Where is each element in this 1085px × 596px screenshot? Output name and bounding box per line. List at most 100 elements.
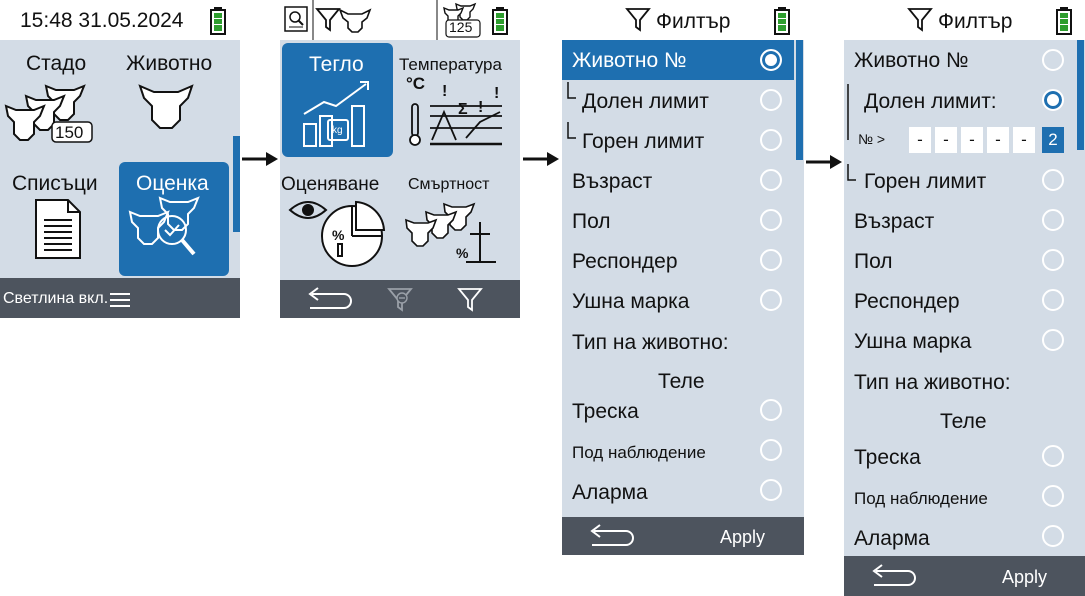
radio-observation[interactable] (1042, 485, 1064, 507)
filter-fever[interactable]: Треска (854, 446, 921, 470)
arrow-right-icon (523, 152, 559, 166)
arrow-right-icon (242, 152, 278, 166)
apply-button[interactable]: Apply (1002, 567, 1047, 588)
cow-head-icon (338, 8, 372, 33)
scoring-icon: % (288, 200, 386, 267)
radio-upper-limit[interactable] (1042, 169, 1064, 191)
filter-animal-no[interactable]: Животно № (572, 49, 687, 73)
scrollbar[interactable] (233, 136, 240, 232)
evaluation-icon (128, 196, 200, 256)
arrow-right-icon (806, 155, 842, 169)
temperature-label[interactable]: Температура (399, 55, 502, 75)
filter-icon[interactable] (457, 288, 483, 312)
menu-evaluation-label[interactable]: Оценка (136, 172, 209, 196)
filter-responder[interactable]: Респондер (572, 250, 678, 274)
menu-icon[interactable] (110, 292, 130, 308)
filter-remove-icon[interactable] (387, 288, 413, 312)
scrollbar[interactable] (796, 40, 803, 160)
weight-chart-icon (303, 81, 369, 147)
filter-icon (315, 8, 341, 32)
filter-observation[interactable]: Под наблюдение (572, 443, 706, 463)
radio-observation[interactable] (760, 439, 782, 461)
digit-input[interactable]: - (987, 127, 1009, 153)
battery-icon (1056, 7, 1072, 35)
radio-fever[interactable] (760, 399, 782, 421)
battery-icon (492, 7, 508, 35)
digit-input-active[interactable]: 2 (1042, 127, 1064, 153)
filter-lower-limit[interactable]: Долен лимит (582, 90, 709, 114)
back-icon[interactable] (308, 287, 352, 310)
radio-animal-no[interactable] (1042, 49, 1064, 71)
digit-input[interactable]: - (909, 127, 931, 153)
filter-animal-no[interactable]: Животно № (854, 49, 969, 73)
menu-lists-label[interactable]: Списъци (12, 172, 98, 196)
digit-input[interactable]: - (935, 127, 957, 153)
radio-responder[interactable] (760, 249, 782, 271)
radio-ear-tag[interactable] (1042, 329, 1064, 351)
radio-ear-tag[interactable] (760, 289, 782, 311)
animal-type-value[interactable]: Теле (658, 370, 705, 394)
menu-animal-label[interactable]: Животно (126, 52, 212, 76)
filter-upper-limit[interactable]: Горен лимит (864, 170, 986, 194)
herd-count: 125 (449, 19, 473, 35)
kg-label: kg (332, 125, 343, 136)
filter-observation[interactable]: Под наблюдение (854, 489, 988, 509)
filter-age[interactable]: Възраст (854, 210, 934, 234)
animal-type-label: Тип на животно: (854, 371, 1011, 394)
filter-responder[interactable]: Респондер (854, 290, 960, 314)
radio-animal-no[interactable] (760, 49, 782, 71)
radio-lower-limit[interactable] (1042, 89, 1064, 111)
digit-input[interactable]: - (961, 127, 983, 153)
radio-sex[interactable] (760, 209, 782, 231)
svg-text:%: % (456, 245, 469, 261)
apply-button[interactable]: Apply (720, 527, 765, 548)
radio-upper-limit[interactable] (760, 129, 782, 151)
weight-label[interactable]: Тегло (309, 53, 364, 77)
filter-lower-limit[interactable]: Долен лимит: (864, 90, 997, 114)
radio-responder[interactable] (1042, 289, 1064, 311)
herd-count: 150 (55, 123, 84, 142)
filter-age[interactable]: Възраст (572, 170, 652, 194)
filter-alarm[interactable]: Аларма (854, 527, 930, 551)
animal-type-label: Тип на животно: (572, 331, 729, 354)
back-icon[interactable] (590, 524, 634, 547)
filter-fever[interactable]: Треска (572, 400, 639, 424)
tree-connector (847, 164, 856, 181)
back-icon[interactable] (872, 564, 916, 587)
document-icon[interactable] (34, 198, 84, 260)
radio-fever[interactable] (1042, 445, 1064, 467)
menu-herd-label[interactable]: Стадо (26, 52, 86, 76)
radio-sex[interactable] (1042, 249, 1064, 271)
tree-connector (847, 84, 849, 140)
temperature-chart-icon[interactable]: ! Σ ! ! (408, 80, 504, 150)
filter-alarm[interactable]: Аларма (572, 481, 648, 505)
battery-icon (774, 7, 790, 35)
light-status: Светлина вкл. (3, 290, 109, 307)
filter-icon (907, 8, 933, 32)
scrollbar[interactable] (1077, 40, 1084, 150)
animal-type-value[interactable]: Теле (940, 410, 987, 434)
radio-alarm[interactable] (1042, 525, 1064, 547)
svg-text:!: ! (478, 99, 483, 116)
status-time: 15:48 31.05.2024 (20, 9, 184, 32)
tree-connector (567, 122, 576, 139)
radio-lower-limit[interactable] (760, 89, 782, 111)
svg-text:%: % (332, 227, 345, 243)
filter-title: Филтър (938, 10, 1013, 33)
filter-sex[interactable]: Пол (854, 250, 893, 274)
scoring-label[interactable]: Оценяване (281, 174, 379, 196)
filter-ear-tag[interactable]: Ушна марка (854, 330, 971, 354)
search-document-icon (284, 6, 308, 32)
battery-icon (210, 7, 226, 35)
filter-sex[interactable]: Пол (572, 210, 611, 234)
radio-alarm[interactable] (760, 479, 782, 501)
divider (436, 0, 438, 40)
radio-age[interactable] (1042, 209, 1064, 231)
digit-input[interactable]: - (1013, 127, 1035, 153)
filter-ear-tag[interactable]: Ушна марка (572, 290, 689, 314)
filter-title: Филтър (656, 10, 731, 33)
radio-age[interactable] (760, 169, 782, 191)
filter-upper-limit[interactable]: Горен лимит (582, 130, 704, 154)
mortality-label[interactable]: Смъртност (408, 176, 490, 194)
cow-head-icon[interactable] (138, 82, 196, 132)
